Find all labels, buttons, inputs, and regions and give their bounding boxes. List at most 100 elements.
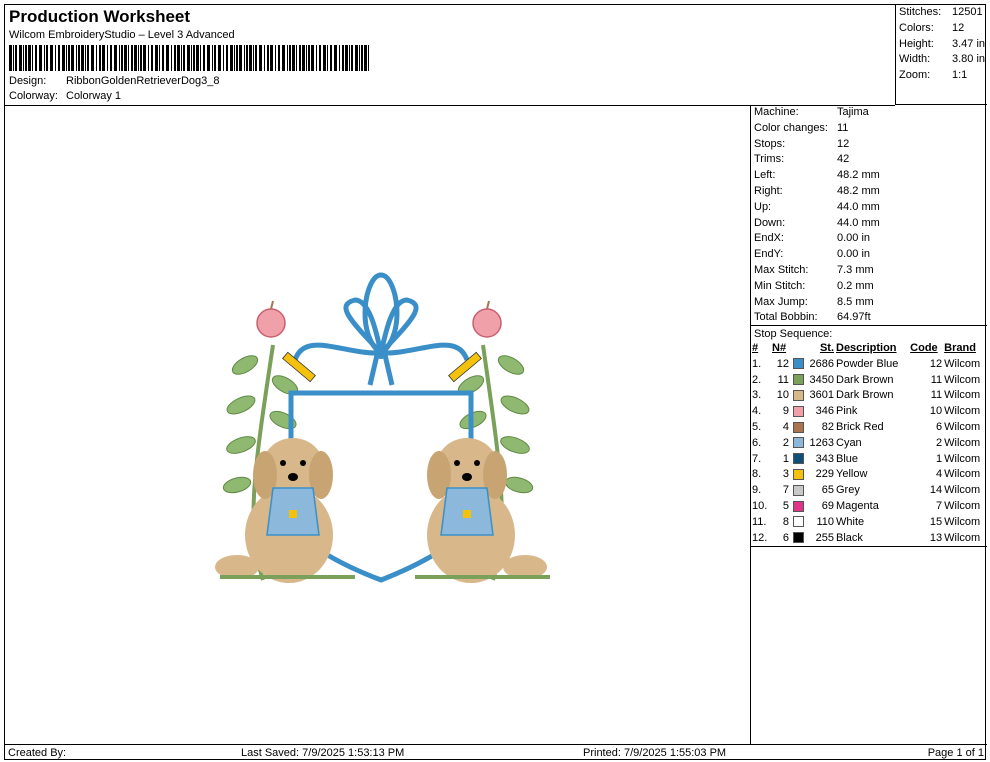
thread-brand: Wilcom xyxy=(944,452,981,465)
info-label: Max Stitch: xyxy=(754,263,809,276)
barcode-bar xyxy=(9,45,12,71)
info-label: EndX: xyxy=(754,232,784,245)
thread-description: Pink xyxy=(836,405,858,418)
stat-row: Zoom: 1:1 xyxy=(899,69,987,84)
barcode-bar xyxy=(236,45,238,71)
barcode-bar xyxy=(264,45,265,71)
col-header: Brand xyxy=(944,342,976,354)
barcode-bar xyxy=(15,45,17,71)
thread-brand: Wilcom xyxy=(944,436,981,449)
thread-brand: Wilcom xyxy=(944,357,981,370)
barcode-bar xyxy=(278,45,280,71)
info-label: Max Jump: xyxy=(754,295,808,308)
info-label: Trims: xyxy=(754,153,785,166)
thread-color-swatch xyxy=(793,405,804,417)
barcode-bar xyxy=(162,45,164,71)
info-label: Min Stitch: xyxy=(754,279,806,292)
barcode-bar xyxy=(230,45,233,71)
table-row: 7. 1 343 Blue 1 Wilcom xyxy=(751,452,987,468)
barcode-bar xyxy=(171,45,172,71)
barcode-bar xyxy=(349,45,350,71)
info-label: Machine: xyxy=(754,106,799,118)
row-index: 5. xyxy=(752,420,762,433)
thread-description: Blue xyxy=(836,452,859,465)
thread-color-swatch xyxy=(793,374,804,386)
needle-number-text: 3 xyxy=(782,468,789,481)
row-index: 2. xyxy=(752,373,762,386)
stat-value: 1:1 xyxy=(952,69,968,81)
thread-color-swatch xyxy=(793,500,804,512)
info-label: Color changes: xyxy=(754,121,828,134)
needle-number-text: 12 xyxy=(776,357,789,370)
info-row: Trims: 42 xyxy=(751,152,987,168)
row-index: 6. xyxy=(752,436,762,449)
info-value: 8.5 mm xyxy=(837,295,874,308)
barcode-bar xyxy=(187,45,190,71)
thread-code: 15 xyxy=(929,515,943,528)
info-label: EndY: xyxy=(754,248,784,261)
barcode-bar xyxy=(203,45,205,71)
thread-color-swatch xyxy=(793,468,804,480)
info-value: 11 xyxy=(837,121,849,134)
thread-color-swatch xyxy=(793,421,804,433)
thread-description: Yellow xyxy=(836,468,868,481)
design-preview xyxy=(5,105,751,745)
barcode-bar xyxy=(140,45,142,71)
needle-number: 1 xyxy=(771,452,805,468)
stat-value: 3.80 in xyxy=(952,53,986,65)
footer: Created By: Last Saved: 7/9/2025 1:53:13… xyxy=(5,744,987,762)
barcode-bar xyxy=(177,45,180,71)
needle-number-text: 7 xyxy=(782,484,789,497)
stat-row: Stitches: 12501 xyxy=(899,6,987,21)
stats-panel: Stitches: 12501 Colors: 12 Height: 3.47 in … xyxy=(895,5,987,105)
barcode-bar xyxy=(368,45,369,71)
table-row: 8. 3 229 Yellow 4 Wilcom xyxy=(751,467,987,483)
stitch-count: 3450 xyxy=(809,373,834,386)
stat-label: Width: xyxy=(899,53,931,65)
barcode-bar xyxy=(174,45,176,71)
barcode-bar xyxy=(166,45,169,71)
info-value: 48.2 mm xyxy=(837,169,880,182)
thread-brand: Wilcom xyxy=(944,373,981,386)
info-label: Up: xyxy=(754,200,772,213)
barcode-bar xyxy=(32,45,33,71)
barcode-bar xyxy=(107,45,108,71)
barcode-bar xyxy=(327,45,328,71)
info-value: 64.97ft xyxy=(837,311,871,324)
needle-number-text: 1 xyxy=(782,452,789,465)
barcode-bar xyxy=(46,45,48,71)
barcode-bar xyxy=(19,45,22,71)
thread-brand: Wilcom xyxy=(944,389,981,402)
thread-description: Cyan xyxy=(836,436,862,449)
info-label: Left: xyxy=(754,169,776,182)
stat-value: 12 xyxy=(952,22,965,34)
info-value: 12 xyxy=(837,137,850,150)
worksheet-header: Production Worksheet Wilcom EmbroiderySt… xyxy=(5,5,895,106)
stat-row: Height: 3.47 in xyxy=(899,38,987,53)
thread-description: Powder Blue xyxy=(836,357,899,370)
barcode-bar xyxy=(361,45,363,71)
barcode-bar xyxy=(323,45,326,71)
thread-code: 6 xyxy=(936,420,943,433)
barcode-bar xyxy=(289,45,291,71)
barcode-bar xyxy=(311,45,314,71)
needle-number: 12 xyxy=(771,357,805,373)
needle-number: 4 xyxy=(771,420,805,436)
stitch-count: 229 xyxy=(815,468,834,481)
stat-label: Height: xyxy=(899,38,934,50)
info-row: Min Stitch: 0.2 mm xyxy=(751,279,987,295)
needle-number: 7 xyxy=(771,483,805,499)
info-value: 44.0 mm xyxy=(837,200,880,213)
barcode-bar xyxy=(351,45,353,71)
barcode-bar xyxy=(81,45,84,71)
printed-date: Printed: 7/9/2025 1:55:03 PM xyxy=(583,747,727,759)
col-header: # xyxy=(752,342,759,354)
barcode-bar xyxy=(114,45,117,71)
row-index: 7. xyxy=(752,452,762,465)
table-row: 2. 11 3450 Dark Brown 11 Wilcom xyxy=(751,373,987,389)
machine-info: Machine: Tajima Color changes: 11 Stops: 12… xyxy=(751,105,987,326)
barcode-bar xyxy=(302,45,305,71)
barcode-bar xyxy=(110,45,112,71)
info-value: 44.0 mm xyxy=(837,216,880,229)
barcode-bar xyxy=(364,45,367,71)
